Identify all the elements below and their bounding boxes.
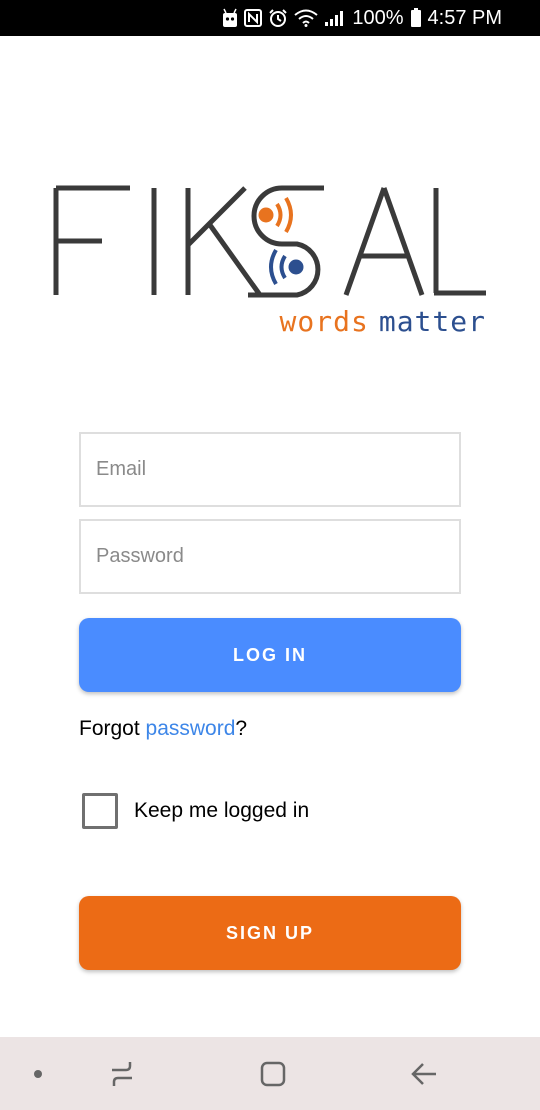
navigation-bar xyxy=(0,1037,540,1110)
keep-logged-in-label[interactable]: Keep me logged in xyxy=(134,799,309,823)
back-icon[interactable] xyxy=(408,1037,440,1110)
keep-logged-in-checkbox[interactable] xyxy=(82,793,118,829)
status-bar: 100% 4:57 PM xyxy=(0,0,540,36)
home-icon[interactable] xyxy=(258,1037,288,1110)
battery-icon xyxy=(410,8,422,28)
password-field[interactable] xyxy=(79,519,461,594)
nav-dot-icon[interactable] xyxy=(32,1037,44,1110)
email-field[interactable] xyxy=(79,432,461,507)
nfc-icon xyxy=(244,9,263,27)
login-button[interactable]: LOG IN xyxy=(79,618,461,692)
forgot-prefix: Forgot xyxy=(79,717,146,740)
signal-icon xyxy=(324,9,344,27)
logo-tagline: words matter xyxy=(280,305,486,338)
forgot-password-link[interactable]: password xyxy=(146,717,236,740)
battery-percent: 100% xyxy=(352,6,404,29)
fiksal-wordmark xyxy=(53,185,486,298)
signup-button[interactable]: SIGN UP xyxy=(79,896,461,970)
tagline-matter: matter xyxy=(378,305,486,338)
tagline-words: words xyxy=(279,305,369,338)
status-time: 4:57 PM xyxy=(427,6,502,29)
wifi-icon xyxy=(294,9,318,27)
forgot-suffix: ? xyxy=(235,717,248,740)
recent-apps-icon[interactable] xyxy=(106,1037,138,1110)
keep-logged-in-row[interactable]: Keep me logged in xyxy=(82,793,309,829)
forgot-password-text: Forgot password? xyxy=(79,717,247,741)
android-debug-icon xyxy=(222,8,238,28)
fiksal-logo: words matter xyxy=(50,180,490,345)
alarm-icon xyxy=(268,8,288,28)
